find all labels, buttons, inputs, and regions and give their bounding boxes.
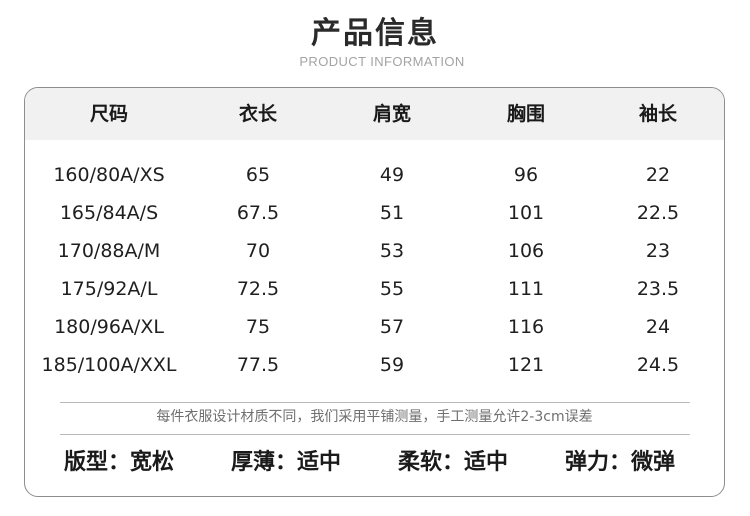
header-chest: 胸围 <box>506 103 545 125</box>
attribute-label: 版型： <box>64 450 131 475</box>
table-header: 尺码 衣长 肩宽 胸围 袖长 <box>25 88 724 140</box>
cell-sleeve: 24 <box>645 316 671 338</box>
header-shoulder: 肩宽 <box>372 103 411 125</box>
cell-sleeve: 22 <box>645 164 671 186</box>
page-title: 产品信息 <box>311 16 439 51</box>
divider-top <box>60 402 690 403</box>
measurement-note: 每件衣服设计材质不同，我们采用平铺测量，手工测量允许2-3cm误差 <box>156 409 593 425</box>
cell-sleeve: 23.5 <box>636 278 680 300</box>
attribute-label: 柔软： <box>398 450 465 475</box>
table-row: 175/92A/L 72.5 55 111 23.5 <box>25 270 724 308</box>
attribute-value: 适中 <box>297 450 342 475</box>
cell-sleeve: 23 <box>645 240 671 262</box>
table-row: 185/100A/XXL 77.5 59 121 24.5 <box>25 346 724 384</box>
attribute-value: 微弹 <box>631 450 676 475</box>
table-row: 170/88A/M 70 53 106 23 <box>25 232 724 270</box>
size-chart-card: 尺码 衣长 肩宽 胸围 袖长 160/80A/XS 65 49 96 22 16… <box>24 87 725 497</box>
divider-bottom <box>60 434 690 435</box>
attribute-label: 弹力： <box>565 450 632 475</box>
cell-sleeve: 24.5 <box>636 354 680 376</box>
attribute-value: 宽松 <box>130 450 175 475</box>
header-length: 衣长 <box>238 103 277 125</box>
product-attributes: 版型：宽松 厚薄：适中 柔软：适中 弹力：微弹 <box>25 443 724 483</box>
header-size: 尺码 <box>89 103 128 125</box>
attribute-value: 适中 <box>464 450 509 475</box>
attribute-label: 厚薄： <box>231 450 298 475</box>
header-sleeve: 袖长 <box>638 103 677 125</box>
attribute-thickness: 厚薄：适中 <box>231 443 341 483</box>
attribute-softness: 柔软：适中 <box>398 443 508 483</box>
attribute-elasticity: 弹力：微弹 <box>565 443 675 483</box>
table-row: 180/96A/XL 75 57 116 24 <box>25 308 724 346</box>
cell-sleeve: 22.5 <box>636 202 680 224</box>
attribute-fit: 版型：宽松 <box>64 443 174 483</box>
table-row: 165/84A/S 67.5 51 101 22.5 <box>25 194 724 232</box>
table-row: 160/80A/XS 65 49 96 22 <box>25 156 724 194</box>
page-subtitle: PRODUCT INFORMATION <box>299 54 465 69</box>
